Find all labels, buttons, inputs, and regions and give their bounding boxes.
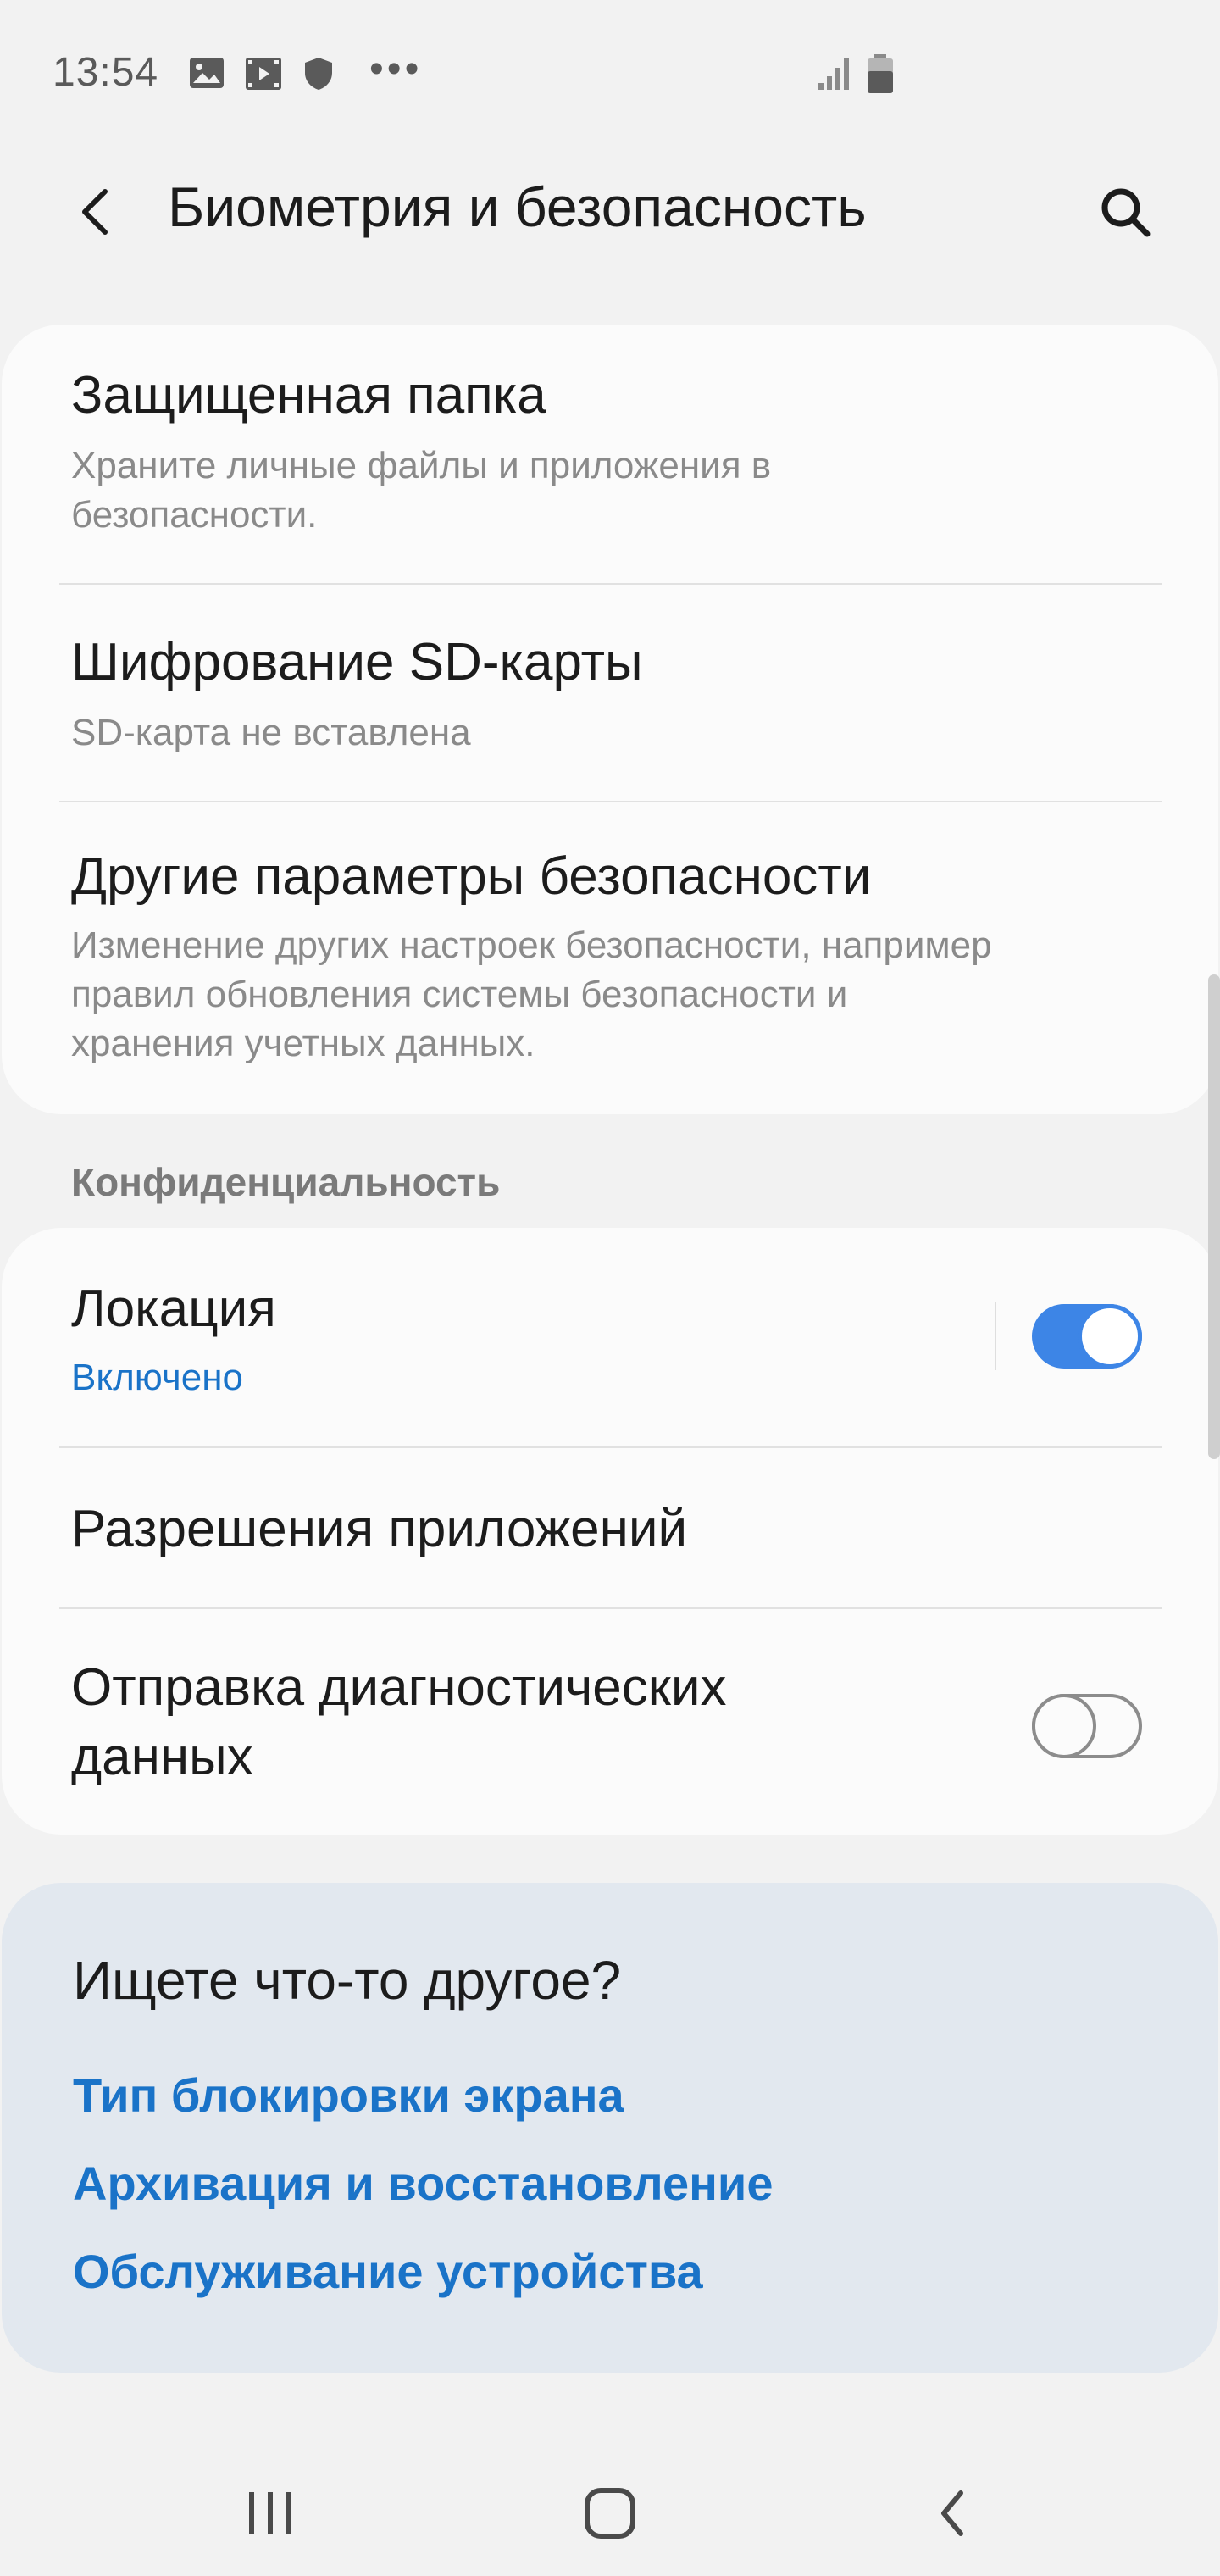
nav-back-button[interactable]: [910, 2471, 995, 2556]
gallery-icon: [188, 56, 225, 94]
app-permissions-item[interactable]: Разрешения приложений: [2, 1448, 1218, 1607]
item-title: Шифрование SD-карты: [71, 633, 643, 691]
privacy-card: Локация Включено Разрешения приложений О…: [2, 1228, 1218, 1835]
secure-folder-item[interactable]: Защищенная папка Храните личные файлы и …: [2, 325, 1218, 583]
video-icon: [244, 56, 283, 96]
item-subtitle: Изменение других настроек безопасности, …: [71, 924, 992, 1064]
location-status: Включено: [71, 1357, 243, 1398]
backup-restore-link[interactable]: Архивация и восстановление: [73, 2156, 774, 2211]
signal-icon: [817, 53, 854, 96]
navigation-bar: [0, 2440, 1220, 2576]
item-subtitle: SD-карта не вставлена: [71, 712, 471, 753]
status-time: 13:54: [53, 50, 159, 95]
privacy-section-header: Конфиденциальность: [71, 1160, 501, 1204]
suggestions-card: Ищете что-то другое? Тип блокировки экра…: [2, 1883, 1218, 2373]
other-security-settings-item[interactable]: Другие параметры безопасности Изменение …: [2, 802, 1218, 1114]
search-button[interactable]: [1088, 175, 1162, 249]
back-button[interactable]: [61, 178, 129, 246]
toggle-separator: [995, 1302, 996, 1370]
item-title: Локация: [71, 1280, 276, 1338]
recents-button[interactable]: [229, 2471, 313, 2556]
item-title: Разрешения приложений: [71, 1500, 688, 1558]
status-bar: 13:54 •••: [0, 0, 1220, 127]
device-care-link[interactable]: Обслуживание устройства: [73, 2244, 703, 2299]
sd-card-encryption-item[interactable]: Шифрование SD-карты SD-карта не вставлен…: [2, 585, 1218, 801]
location-toggle[interactable]: [1032, 1304, 1142, 1368]
settings-screen: 13:54 ••• Биометрия и безопасность Защищ…: [0, 0, 1220, 2576]
item-title: Отправка диагностических данных: [71, 1658, 727, 1786]
scrollbar[interactable]: [1208, 974, 1220, 1459]
back-icon: [941, 2490, 963, 2536]
chevron-left-icon: [82, 189, 108, 235]
screen-lock-type-link[interactable]: Тип блокировки экрана: [73, 2068, 624, 2123]
page-title: Биометрия и безопасность: [168, 175, 867, 238]
home-icon: [585, 2488, 635, 2539]
search-icon: [1101, 188, 1151, 237]
toggle-knob: [1078, 1304, 1142, 1368]
security-settings-card: Защищенная папка Храните личные файлы и …: [2, 325, 1218, 1114]
battery-icon: [866, 53, 895, 99]
shield-icon: [303, 56, 334, 96]
recents-icon: [249, 2492, 291, 2534]
more-icon: •••: [369, 47, 423, 92]
item-subtitle: Храните личные файлы и приложения в безо…: [71, 445, 772, 536]
home-button[interactable]: [568, 2471, 652, 2556]
suggestions-title: Ищете что-то другое?: [73, 1950, 622, 2011]
diagnostics-item[interactable]: Отправка диагностических данных: [2, 1609, 1218, 1835]
item-title: Защищенная папка: [71, 366, 546, 425]
location-item[interactable]: Локация Включено: [2, 1228, 1218, 1446]
item-title: Другие параметры безопасности: [71, 847, 872, 906]
app-bar: Биометрия и безопасность: [0, 161, 1220, 263]
toggle-knob: [1032, 1694, 1096, 1758]
diagnostics-toggle[interactable]: [1032, 1694, 1142, 1758]
